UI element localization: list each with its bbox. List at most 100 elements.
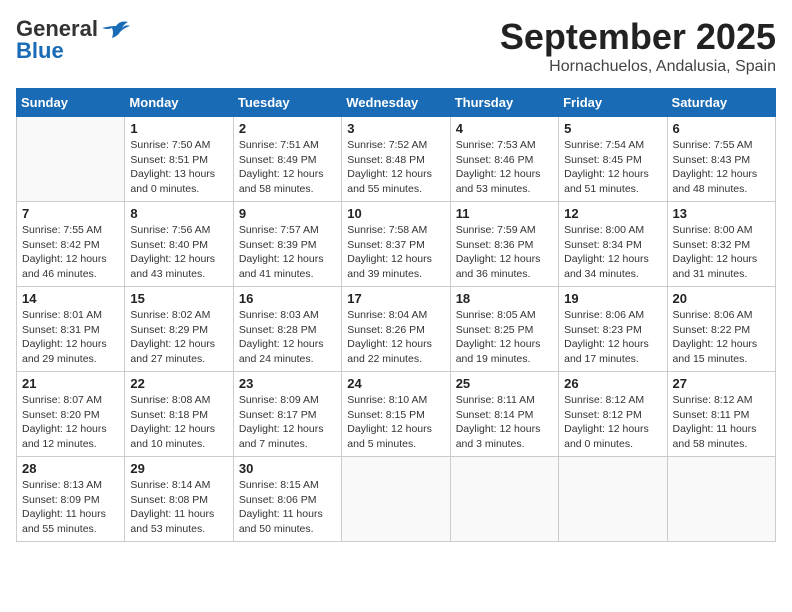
day-number: 16 [239, 291, 336, 306]
week-row: 14 Sunrise: 8:01 AM Sunset: 8:31 PM Dayli… [17, 287, 776, 372]
calendar-cell: 15 Sunrise: 8:02 AM Sunset: 8:29 PM Dayli… [125, 287, 233, 372]
day-number: 22 [130, 376, 227, 391]
day-info: Sunrise: 8:07 AM Sunset: 8:20 PM Dayligh… [22, 393, 119, 452]
day-info: Sunrise: 8:14 AM Sunset: 8:08 PM Dayligh… [130, 478, 227, 537]
day-info: Sunrise: 8:00 AM Sunset: 8:34 PM Dayligh… [564, 223, 661, 282]
calendar-cell: 5 Sunrise: 7:54 AM Sunset: 8:45 PM Daylig… [559, 117, 667, 202]
day-info: Sunrise: 7:54 AM Sunset: 8:45 PM Dayligh… [564, 138, 661, 197]
calendar-cell: 18 Sunrise: 8:05 AM Sunset: 8:25 PM Dayli… [450, 287, 558, 372]
day-info: Sunrise: 7:55 AM Sunset: 8:43 PM Dayligh… [673, 138, 770, 197]
day-info: Sunrise: 7:58 AM Sunset: 8:37 PM Dayligh… [347, 223, 444, 282]
calendar-cell: 17 Sunrise: 8:04 AM Sunset: 8:26 PM Dayli… [342, 287, 450, 372]
day-info: Sunrise: 8:01 AM Sunset: 8:31 PM Dayligh… [22, 308, 119, 367]
day-number: 25 [456, 376, 553, 391]
weekday-header: Friday [559, 89, 667, 117]
calendar-cell: 16 Sunrise: 8:03 AM Sunset: 8:28 PM Dayli… [233, 287, 341, 372]
calendar-cell: 12 Sunrise: 8:00 AM Sunset: 8:34 PM Dayli… [559, 202, 667, 287]
day-info: Sunrise: 7:55 AM Sunset: 8:42 PM Dayligh… [22, 223, 119, 282]
calendar-cell: 30 Sunrise: 8:15 AM Sunset: 8:06 PM Dayli… [233, 457, 341, 542]
calendar-cell: 4 Sunrise: 7:53 AM Sunset: 8:46 PM Daylig… [450, 117, 558, 202]
day-info: Sunrise: 8:06 AM Sunset: 8:23 PM Dayligh… [564, 308, 661, 367]
weekday-header: Thursday [450, 89, 558, 117]
day-number: 18 [456, 291, 553, 306]
day-info: Sunrise: 8:13 AM Sunset: 8:09 PM Dayligh… [22, 478, 119, 537]
day-info: Sunrise: 8:09 AM Sunset: 8:17 PM Dayligh… [239, 393, 336, 452]
weekday-header: Saturday [667, 89, 775, 117]
day-number: 14 [22, 291, 119, 306]
day-info: Sunrise: 7:53 AM Sunset: 8:46 PM Dayligh… [456, 138, 553, 197]
weekday-header-row: SundayMondayTuesdayWednesdayThursdayFrid… [17, 89, 776, 117]
day-number: 26 [564, 376, 661, 391]
day-number: 5 [564, 121, 661, 136]
day-number: 20 [673, 291, 770, 306]
calendar-cell: 26 Sunrise: 8:12 AM Sunset: 8:12 PM Dayli… [559, 372, 667, 457]
day-info: Sunrise: 8:12 AM Sunset: 8:12 PM Dayligh… [564, 393, 661, 452]
day-number: 23 [239, 376, 336, 391]
day-number: 7 [22, 206, 119, 221]
logo-bird-icon [102, 18, 130, 40]
day-info: Sunrise: 8:10 AM Sunset: 8:15 PM Dayligh… [347, 393, 444, 452]
day-number: 30 [239, 461, 336, 476]
weekday-header: Tuesday [233, 89, 341, 117]
calendar-cell: 8Sunrise: 7:56 AM Sunset: 8:40 PM Daylig… [125, 202, 233, 287]
calendar-cell: 9 Sunrise: 7:57 AM Sunset: 8:39 PM Daylig… [233, 202, 341, 287]
day-number: 8 [130, 206, 227, 221]
calendar-cell: 13Sunrise: 8:00 AM Sunset: 8:32 PM Dayli… [667, 202, 775, 287]
day-info: Sunrise: 7:52 AM Sunset: 8:48 PM Dayligh… [347, 138, 444, 197]
logo: General Blue [16, 16, 130, 64]
day-number: 2 [239, 121, 336, 136]
day-info: Sunrise: 8:05 AM Sunset: 8:25 PM Dayligh… [456, 308, 553, 367]
day-info: Sunrise: 8:04 AM Sunset: 8:26 PM Dayligh… [347, 308, 444, 367]
day-info: Sunrise: 8:08 AM Sunset: 8:18 PM Dayligh… [130, 393, 227, 452]
weekday-header: Wednesday [342, 89, 450, 117]
calendar-cell: 22 Sunrise: 8:08 AM Sunset: 8:18 PM Dayli… [125, 372, 233, 457]
calendar-cell [559, 457, 667, 542]
weekday-header: Monday [125, 89, 233, 117]
day-info: Sunrise: 7:59 AM Sunset: 8:36 PM Dayligh… [456, 223, 553, 282]
day-info: Sunrise: 8:03 AM Sunset: 8:28 PM Dayligh… [239, 308, 336, 367]
day-number: 1 [130, 121, 227, 136]
day-number: 13 [673, 206, 770, 221]
day-number: 15 [130, 291, 227, 306]
day-info: Sunrise: 7:57 AM Sunset: 8:39 PM Dayligh… [239, 223, 336, 282]
day-info: Sunrise: 8:11 AM Sunset: 8:14 PM Dayligh… [456, 393, 553, 452]
calendar-cell: 10Sunrise: 7:58 AM Sunset: 8:37 PM Dayli… [342, 202, 450, 287]
week-row: 28 Sunrise: 8:13 AM Sunset: 8:09 PM Dayli… [17, 457, 776, 542]
day-number: 24 [347, 376, 444, 391]
day-number: 11 [456, 206, 553, 221]
calendar-cell: 14 Sunrise: 8:01 AM Sunset: 8:31 PM Dayli… [17, 287, 125, 372]
calendar-cell: 29Sunrise: 8:14 AM Sunset: 8:08 PM Dayli… [125, 457, 233, 542]
month-title: September 2025 [500, 16, 776, 58]
day-number: 9 [239, 206, 336, 221]
day-number: 4 [456, 121, 553, 136]
calendar-cell: 21 Sunrise: 8:07 AM Sunset: 8:20 PM Dayli… [17, 372, 125, 457]
day-number: 12 [564, 206, 661, 221]
calendar-cell: 27 Sunrise: 8:12 AM Sunset: 8:11 PM Dayli… [667, 372, 775, 457]
day-info: Sunrise: 8:02 AM Sunset: 8:29 PM Dayligh… [130, 308, 227, 367]
day-number: 28 [22, 461, 119, 476]
calendar-cell: 23 Sunrise: 8:09 AM Sunset: 8:17 PM Dayli… [233, 372, 341, 457]
week-row: 1 Sunrise: 7:50 AM Sunset: 8:51 PM Daylig… [17, 117, 776, 202]
title-section: September 2025 Hornachuelos, Andalusia, … [500, 16, 776, 76]
weekday-header: Sunday [17, 89, 125, 117]
day-info: Sunrise: 8:15 AM Sunset: 8:06 PM Dayligh… [239, 478, 336, 537]
day-info: Sunrise: 7:51 AM Sunset: 8:49 PM Dayligh… [239, 138, 336, 197]
calendar-cell: 2 Sunrise: 7:51 AM Sunset: 8:49 PM Daylig… [233, 117, 341, 202]
calendar-cell: 7 Sunrise: 7:55 AM Sunset: 8:42 PM Daylig… [17, 202, 125, 287]
week-row: 21 Sunrise: 8:07 AM Sunset: 8:20 PM Dayli… [17, 372, 776, 457]
day-number: 21 [22, 376, 119, 391]
calendar-cell [450, 457, 558, 542]
day-info: Sunrise: 7:50 AM Sunset: 8:51 PM Dayligh… [130, 138, 227, 197]
day-info: Sunrise: 8:12 AM Sunset: 8:11 PM Dayligh… [673, 393, 770, 452]
calendar-cell [17, 117, 125, 202]
day-number: 3 [347, 121, 444, 136]
logo-blue: Blue [16, 38, 64, 64]
day-number: 27 [673, 376, 770, 391]
day-info: Sunrise: 8:06 AM Sunset: 8:22 PM Dayligh… [673, 308, 770, 367]
calendar-cell: 19Sunrise: 8:06 AM Sunset: 8:23 PM Dayli… [559, 287, 667, 372]
week-row: 7 Sunrise: 7:55 AM Sunset: 8:42 PM Daylig… [17, 202, 776, 287]
calendar-cell: 24 Sunrise: 8:10 AM Sunset: 8:15 PM Dayli… [342, 372, 450, 457]
day-number: 17 [347, 291, 444, 306]
calendar-cell: 3 Sunrise: 7:52 AM Sunset: 8:48 PM Daylig… [342, 117, 450, 202]
page-header: General Blue September 2025 Hornachuelos… [16, 16, 776, 76]
